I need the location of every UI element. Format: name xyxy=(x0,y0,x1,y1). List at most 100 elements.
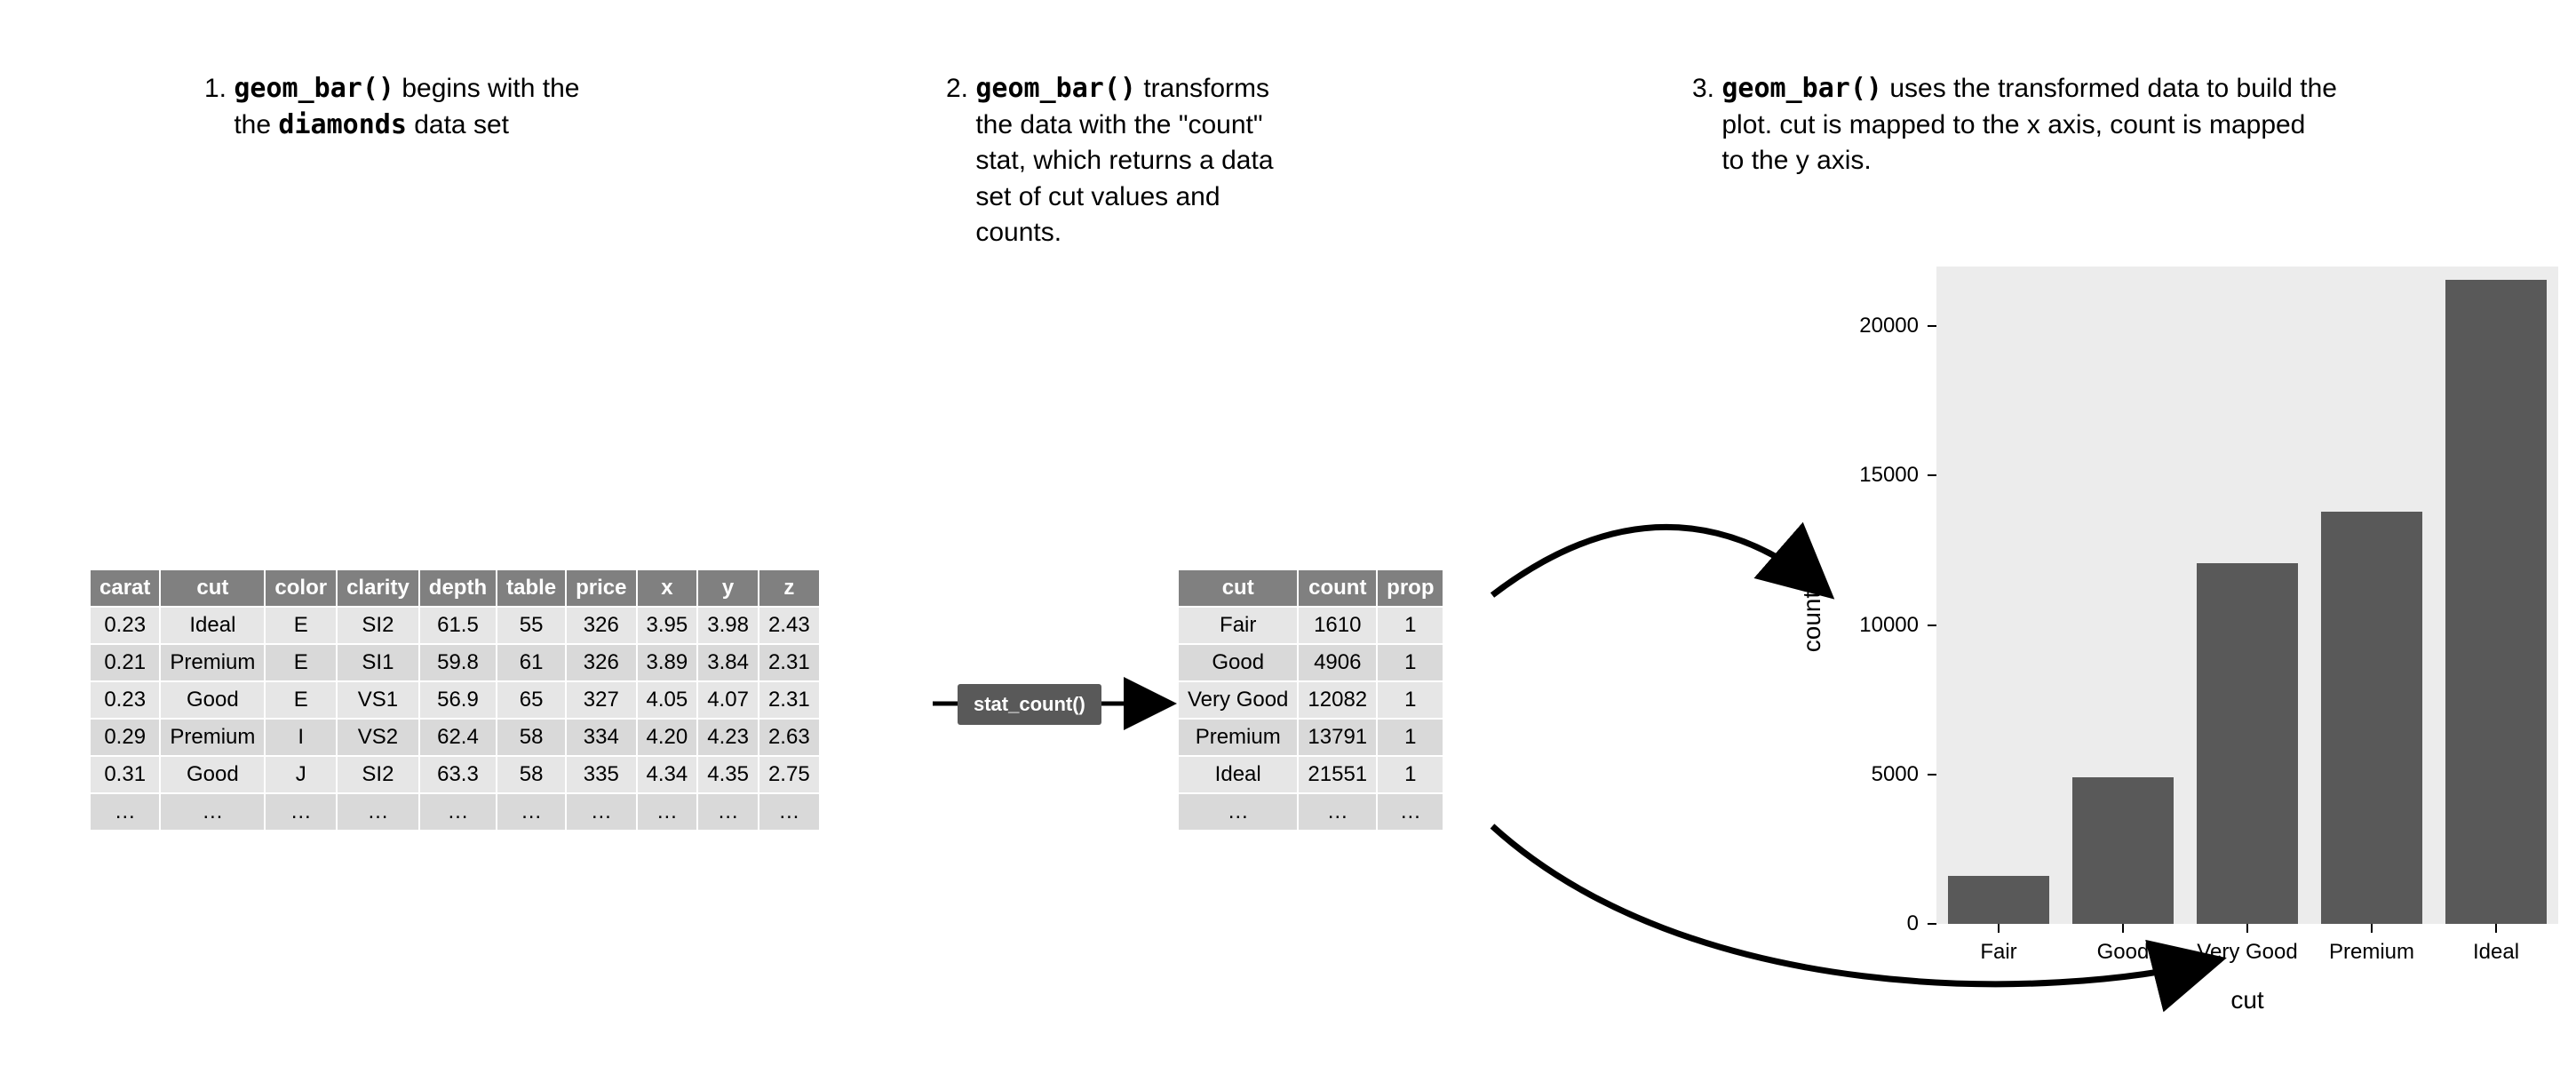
table-cell: 0.23 xyxy=(90,607,160,644)
table-cell: VS1 xyxy=(337,681,419,719)
table-header: table xyxy=(497,569,566,607)
table-cell: 13791 xyxy=(1298,719,1377,756)
table-cell: 63.3 xyxy=(419,756,497,793)
y-tick-label: 10000 xyxy=(1839,613,1919,638)
table-cell: … xyxy=(419,793,497,831)
table-cell: 61 xyxy=(497,644,566,681)
x-tick-label: Fair xyxy=(1980,940,2016,965)
table-cell: 1 xyxy=(1377,607,1443,644)
y-tick-label: 5000 xyxy=(1839,762,1919,787)
table-cell: … xyxy=(497,793,566,831)
table-cell: 4.05 xyxy=(637,681,698,719)
table-cell: 0.23 xyxy=(90,681,160,719)
table-cell: Good xyxy=(160,681,265,719)
table-cell: 1 xyxy=(1377,756,1443,793)
table-cell: 326 xyxy=(566,644,636,681)
caption-step-1: 1. geom_bar() begins with the the diamon… xyxy=(204,71,666,143)
table-header: prop xyxy=(1377,569,1443,607)
caption-1-line2pre: the xyxy=(234,110,278,139)
table-cell: … xyxy=(637,793,698,831)
table-cell: 4.23 xyxy=(697,719,759,756)
caption-step-2: 2. geom_bar() transforms the data with t… xyxy=(946,71,1461,251)
table-cell: Good xyxy=(1178,644,1298,681)
table-cell: 4.34 xyxy=(637,756,698,793)
table-row: 0.31GoodJSI263.3583354.344.352.75 xyxy=(90,756,820,793)
chart-bar xyxy=(1948,876,2050,924)
x-tick-mark xyxy=(1998,924,2000,933)
table-cell: I xyxy=(265,719,337,756)
table-cell: Very Good xyxy=(1178,681,1298,719)
table-row: ……… xyxy=(1178,793,1443,831)
table-cell: SI1 xyxy=(337,644,419,681)
table-header: price xyxy=(566,569,636,607)
table-header: cut xyxy=(1178,569,1298,607)
y-tick-label: 15000 xyxy=(1839,463,1919,488)
table-cell: 1 xyxy=(1377,681,1443,719)
counts-table: cutcountpropFair16101Good49061Very Good1… xyxy=(1177,569,1444,831)
x-tick-label: Good xyxy=(2097,940,2150,965)
caption-1-num: 1. xyxy=(204,74,234,103)
y-tick-label: 20000 xyxy=(1839,314,1919,338)
table-header: depth xyxy=(419,569,497,607)
chart-bar xyxy=(2321,512,2423,924)
caption-1-code2: diamonds xyxy=(278,109,407,140)
table-cell: Premium xyxy=(160,644,265,681)
table-header: cut xyxy=(160,569,265,607)
table-cell: 1 xyxy=(1377,644,1443,681)
x-tick-label: Premium xyxy=(2329,940,2414,965)
table-header: count xyxy=(1298,569,1377,607)
table-cell: 0.29 xyxy=(90,719,160,756)
table-cell: Premium xyxy=(160,719,265,756)
table-cell: 2.31 xyxy=(759,681,820,719)
table-cell: … xyxy=(160,793,265,831)
table-cell: 59.8 xyxy=(419,644,497,681)
table-row: 0.23GoodEVS156.9653274.054.072.31 xyxy=(90,681,820,719)
table-cell: 55 xyxy=(497,607,566,644)
table-cell: J xyxy=(265,756,337,793)
caption-2-rest-c: stat, which returns a data xyxy=(975,146,1273,175)
table-row: Ideal215511 xyxy=(1178,756,1443,793)
x-axis-title: cut xyxy=(2230,986,2263,1014)
table-row: 0.21PremiumESI159.8613263.893.842.31 xyxy=(90,644,820,681)
caption-1-code1: geom_bar() xyxy=(234,73,394,104)
table-cell: E xyxy=(265,607,337,644)
table-cell: … xyxy=(1178,793,1298,831)
table-cell: Fair xyxy=(1178,607,1298,644)
table-cell: 4.07 xyxy=(697,681,759,719)
table-cell: 21551 xyxy=(1298,756,1377,793)
y-tick-mark xyxy=(1928,325,1936,327)
table-cell: Good xyxy=(160,756,265,793)
caption-3-num: 3. xyxy=(1692,74,1721,103)
y-tick-mark xyxy=(1928,474,1936,476)
x-tick-mark xyxy=(2246,924,2248,933)
table-cell: 3.89 xyxy=(637,644,698,681)
table-cell: … xyxy=(697,793,759,831)
table-cell: 3.95 xyxy=(637,607,698,644)
table-cell: 2.75 xyxy=(759,756,820,793)
y-tick-mark xyxy=(1928,624,1936,626)
table-cell: SI2 xyxy=(337,607,419,644)
table-header: y xyxy=(697,569,759,607)
table-cell: 326 xyxy=(566,607,636,644)
table-cell: … xyxy=(1377,793,1443,831)
table-cell: 3.84 xyxy=(697,644,759,681)
caption-3-rest-a: uses the transformed data to build the xyxy=(1882,74,2337,103)
table-cell: 62.4 xyxy=(419,719,497,756)
table-cell: 1 xyxy=(1377,719,1443,756)
table-header: color xyxy=(265,569,337,607)
table-cell: 4.20 xyxy=(637,719,698,756)
x-tick-mark xyxy=(2495,924,2497,933)
table-cell: E xyxy=(265,681,337,719)
table-cell: … xyxy=(90,793,160,831)
table-row: 0.23IdealESI261.5553263.953.982.43 xyxy=(90,607,820,644)
table-cell: … xyxy=(1298,793,1377,831)
table-cell: 3.98 xyxy=(697,607,759,644)
table-cell: 56.9 xyxy=(419,681,497,719)
table-header: z xyxy=(759,569,820,607)
table-row: 0.29PremiumIVS262.4583344.204.232.63 xyxy=(90,719,820,756)
caption-2-rest-b: the data with the "count" xyxy=(975,110,1262,139)
caption-3-code: geom_bar() xyxy=(1721,73,1882,104)
table-cell: 327 xyxy=(566,681,636,719)
table-header: carat xyxy=(90,569,160,607)
table-cell: … xyxy=(759,793,820,831)
